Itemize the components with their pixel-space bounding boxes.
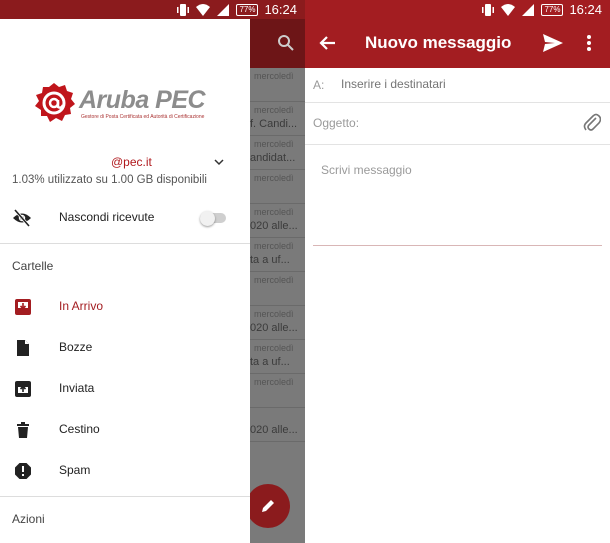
folders-heading: Cartelle	[12, 259, 54, 273]
hide-receipts-label: Nascondi ricevute	[59, 210, 155, 224]
search-icon	[278, 35, 294, 51]
compose-app-bar: Nuovo messaggio	[305, 19, 610, 68]
background-list-item: 020 alle...	[250, 408, 305, 442]
navigation-drawer: Aruba PEC Gestore di Posta Certificata e…	[0, 19, 250, 543]
list-item-snippet: ta a uf...	[250, 254, 290, 266]
background-list-item: mercoledì	[250, 170, 305, 204]
folder-label: Cestino	[59, 422, 100, 436]
list-item-date: mercoledì	[254, 71, 294, 81]
subject-input[interactable]: Oggetto:	[313, 116, 359, 130]
list-item-date: mercoledì	[254, 241, 294, 251]
battery-indicator: 77%	[541, 3, 564, 16]
background-list-item: mercoledì	[250, 374, 305, 408]
background-list-item: mercoledì 020 alle...	[250, 204, 305, 238]
eye-off-icon	[13, 209, 31, 227]
list-item-snippet: 020 alle...	[250, 322, 298, 334]
status-bar: 77% 16:24	[0, 0, 305, 19]
at-seal-icon	[35, 83, 75, 122]
recipients-input[interactable]: Inserire i destinatari	[341, 77, 446, 91]
wifi-icon	[196, 3, 211, 16]
list-item-date: mercoledì	[254, 309, 294, 319]
list-item-date: mercoledì	[254, 173, 294, 183]
outbox-icon	[15, 381, 31, 397]
logo-title: Aruba PEC	[79, 86, 206, 114]
vibrate-icon	[482, 3, 495, 16]
compose-title: Nuovo messaggio	[365, 33, 512, 52]
list-item-date: mercoledì	[254, 139, 294, 149]
folder-inbox[interactable]: In Arrivo	[0, 287, 250, 327]
right-phone-screen: 77% 16:24 Nuovo messaggio A: Inserire i …	[305, 0, 610, 543]
folder-sent[interactable]: Inviata	[0, 369, 250, 409]
storage-usage: 1.03% utilizzato su 1.00 GB disponibili	[12, 174, 207, 186]
back-arrow-icon[interactable]	[319, 34, 337, 52]
list-item-date: mercoledì	[254, 207, 294, 217]
list-item-date: mercoledì	[254, 275, 294, 285]
message-body-field[interactable]: Scrivi messaggio	[305, 145, 610, 245]
list-item-snippet: 020 alle...	[250, 424, 298, 436]
background-list-item: mercoledì ta a uf...	[250, 238, 305, 272]
clock: 16:24	[264, 2, 297, 17]
background-list-item: mercoledì andidat...	[250, 136, 305, 170]
draft-icon	[17, 340, 29, 356]
message-body-input[interactable]: Scrivi messaggio	[321, 163, 412, 177]
trash-icon	[17, 422, 29, 438]
hide-receipts-toggle[interactable]	[200, 211, 226, 226]
divider	[0, 496, 250, 497]
drawer-header: Aruba PEC Gestore di Posta Certificata e…	[0, 19, 250, 147]
wifi-icon	[501, 3, 516, 16]
list-item-date: mercoledì	[254, 105, 294, 115]
pencil-icon	[262, 500, 274, 512]
folder-label: Inviata	[59, 381, 95, 395]
folder-trash[interactable]: Cestino	[0, 410, 250, 450]
status-bar: 77% 16:24	[305, 0, 610, 19]
subject-field[interactable]: Oggetto:	[305, 103, 610, 145]
folder-spam[interactable]: Spam	[0, 451, 250, 491]
list-item-snippet: andidat...	[250, 152, 296, 164]
send-icon[interactable]	[542, 33, 564, 53]
body-underline	[313, 245, 602, 246]
background-list-item: mercoledì	[250, 68, 305, 102]
hide-receipts-row[interactable]: Nascondi ricevute	[0, 200, 250, 236]
background-app-bar	[250, 19, 305, 68]
background-list-item: mercoledì f. Candi...	[250, 102, 305, 136]
signal-icon	[522, 3, 535, 16]
compose-fab[interactable]	[246, 484, 290, 528]
account-email: @pec.it	[111, 155, 152, 169]
paperclip-icon[interactable]	[583, 113, 601, 133]
background-message-list: mercoledì mercoledì f. Candi... mercoledì an…	[250, 19, 305, 543]
aruba-pec-logo: Aruba PEC Gestore di Posta Certificata e…	[32, 81, 222, 129]
list-item-snippet: f. Candi...	[250, 118, 298, 130]
battery-indicator: 77%	[236, 3, 259, 16]
inbox-icon	[15, 299, 31, 315]
folder-label: In Arrivo	[59, 299, 104, 313]
background-list-item: mercoledì ta a uf...	[250, 340, 305, 374]
left-phone-screen: 77% 16:24 mercoledì mercoledì f. Candi... m…	[0, 0, 305, 543]
list-item-snippet: ta a uf...	[250, 356, 290, 368]
more-vertical-icon[interactable]	[586, 34, 592, 52]
folder-label: Spam	[59, 463, 91, 477]
list-item-date: mercoledì	[254, 377, 294, 387]
clock: 16:24	[569, 2, 602, 17]
account-selector[interactable]: @pec.it 1.03% utilizzato su 1.00 GB disp…	[0, 153, 250, 193]
vibrate-icon	[177, 3, 190, 16]
actions-heading: Azioni	[12, 512, 45, 526]
background-list-item: mercoledì	[250, 272, 305, 306]
folder-drafts[interactable]: Bozze	[0, 328, 250, 368]
to-label: A:	[313, 78, 325, 92]
spam-icon	[15, 463, 31, 479]
list-item-date: mercoledì	[254, 343, 294, 353]
background-list-item: mercoledì 020 alle...	[250, 306, 305, 340]
list-item-snippet: 020 alle...	[250, 220, 298, 232]
chevron-down-icon[interactable]	[214, 158, 224, 166]
recipients-field[interactable]: A: Inserire i destinatari	[305, 68, 610, 103]
logo-subtitle: Gestore di Posta Certificata ed Autorità…	[81, 114, 205, 120]
signal-icon	[217, 3, 230, 16]
folder-label: Bozze	[59, 340, 93, 354]
divider	[0, 243, 250, 244]
